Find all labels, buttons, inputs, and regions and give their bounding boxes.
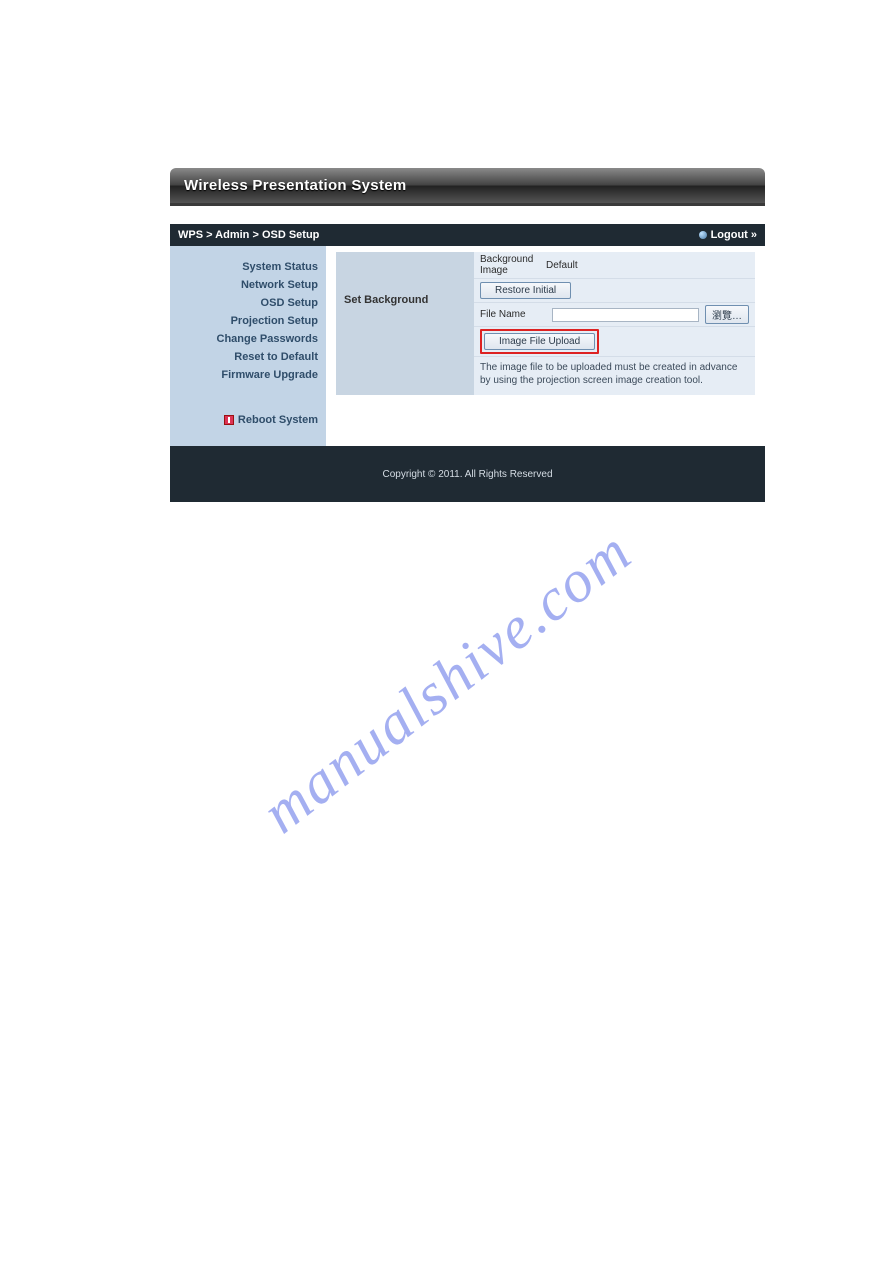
file-name-row: File Name 瀏覽…	[474, 303, 755, 327]
breadcrumb-bar: WPS > Admin > OSD Setup Logout »	[170, 224, 765, 246]
breadcrumb: WPS > Admin > OSD Setup	[178, 229, 319, 241]
admin-page: Wireless Presentation System WPS > Admin…	[170, 168, 765, 502]
bg-image-label: Background Image	[480, 254, 546, 276]
title-bar: Wireless Presentation System	[170, 168, 765, 206]
power-icon	[224, 415, 234, 425]
sidebar-item-network-setup[interactable]: Network Setup	[178, 276, 318, 294]
logout-link[interactable]: Logout »	[699, 229, 757, 241]
sidebar-item-projection-setup[interactable]: Projection Setup	[178, 312, 318, 330]
sidebar-item-change-passwords[interactable]: Change Passwords	[178, 330, 318, 348]
panel-body: Background Image Default Restore Initial…	[474, 252, 755, 395]
file-name-input[interactable]	[552, 308, 699, 322]
sidebar-item-reboot[interactable]: Reboot System	[178, 414, 318, 426]
image-file-upload-button[interactable]: Image File Upload	[484, 333, 595, 350]
set-background-panel: Set Background Background Image Default …	[336, 252, 755, 395]
content-area: Set Background Background Image Default …	[326, 246, 765, 446]
bg-image-value: Default	[546, 260, 749, 271]
upload-highlight: Image File Upload	[480, 329, 599, 354]
sidebar-item-reset-to-default[interactable]: Reset to Default	[178, 348, 318, 366]
logout-icon	[699, 231, 707, 239]
footer: Copyright © 2011. All Rights Reserved	[170, 446, 765, 502]
sidebar-item-firmware-upgrade[interactable]: Firmware Upgrade	[178, 366, 318, 384]
bg-image-row: Background Image Default	[474, 252, 755, 279]
copyright: Copyright © 2011. All Rights Reserved	[382, 469, 552, 480]
browse-button[interactable]: 瀏覽…	[705, 305, 749, 324]
upload-row: Image File Upload	[474, 327, 755, 357]
restore-row: Restore Initial	[474, 279, 755, 303]
panel-heading: Set Background	[336, 252, 474, 395]
watermark: manualshive.com	[249, 517, 645, 847]
title-spacer	[170, 206, 765, 224]
sidebar-item-system-status[interactable]: System Status	[178, 258, 318, 276]
upload-note: The image file to be uploaded must be cr…	[474, 357, 755, 395]
page-title: Wireless Presentation System	[184, 177, 407, 194]
sidebar-item-osd-setup[interactable]: OSD Setup	[178, 294, 318, 312]
body-row: System Status Network Setup OSD Setup Pr…	[170, 246, 765, 446]
restore-initial-button[interactable]: Restore Initial	[480, 282, 571, 299]
logout-label: Logout »	[711, 229, 757, 241]
file-name-label: File Name	[480, 309, 546, 320]
sidebar: System Status Network Setup OSD Setup Pr…	[170, 246, 326, 446]
reboot-label: Reboot System	[238, 414, 318, 426]
